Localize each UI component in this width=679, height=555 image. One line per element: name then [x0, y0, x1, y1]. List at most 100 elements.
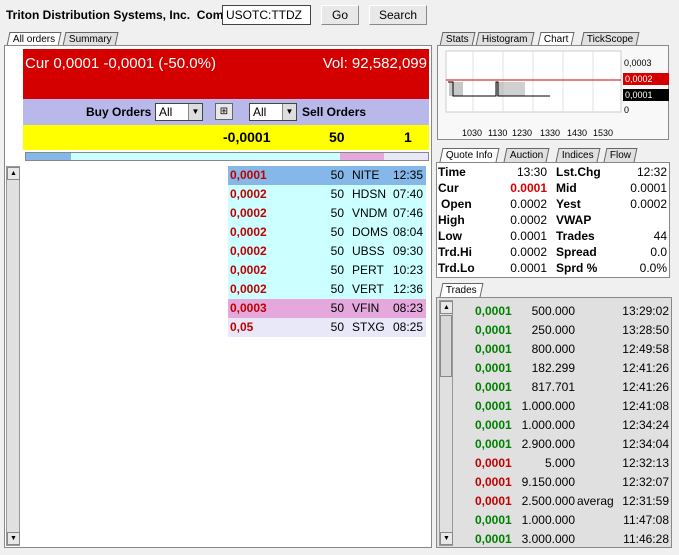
quote-value: 0.0001 — [510, 229, 547, 243]
go-button[interactable]: Go — [321, 5, 359, 25]
order-book-scrollbar[interactable]: ▲ ▼ — [6, 166, 20, 546]
trade-time: 12:41:26 — [622, 380, 669, 394]
trade-row: 0,0001 800.000 12:49:58 — [455, 340, 671, 359]
quote-row: Trd.Hi 0.0002 Spread 0.0 — [437, 244, 669, 260]
price-chart: 0,0003 0,0002 0,0001 0 1030 1130 1230 13… — [445, 50, 669, 138]
sell-order-row[interactable]: 0,0002 50 VERT 12:36 — [228, 280, 426, 299]
trade-row: 0,0001 182.299 12:41:26 — [455, 359, 671, 378]
order-size: 50 — [330, 168, 344, 182]
trade-row: 0,0001 3.000.000 11:46:28 — [455, 530, 671, 549]
tab-chart[interactable]: Chart — [537, 32, 575, 46]
vol-bar-3 — [504, 82, 525, 96]
trade-time: 11:46:28 — [623, 532, 669, 546]
trade-time: 12:34:24 — [622, 418, 669, 432]
scroll-up-icon[interactable]: ▲ — [440, 301, 453, 314]
symbol-input[interactable] — [222, 5, 311, 25]
trade-volume: 9.150.000 — [521, 475, 575, 489]
tab-trades[interactable]: Trades — [439, 283, 484, 297]
y-tick-3: 0,0001 — [625, 90, 653, 100]
quote-label: VWAP — [556, 213, 592, 227]
order-price: 0,0002 — [230, 225, 267, 239]
tab-stats[interactable]: Stats — [439, 32, 476, 46]
trade-condition: averag — [577, 494, 613, 508]
quote-value: 0.0001 — [510, 261, 547, 275]
quote-row: Cur 0.0001 Mid 0.0001 — [437, 180, 669, 196]
order-size: 50 — [330, 320, 344, 334]
quote-row: Open 0.0002 Yest 0.0002 — [437, 196, 669, 212]
order-time: 08:04 — [392, 225, 423, 239]
depth-bar-far — [384, 153, 428, 160]
market-maker: UBSS — [352, 244, 385, 258]
market-maker: NITE — [352, 168, 380, 182]
trade-volume: 1.000.000 — [521, 399, 575, 413]
order-size: 50 — [330, 244, 344, 258]
tab-tickscope[interactable]: TickScope — [580, 32, 640, 46]
scroll-thumb[interactable] — [440, 315, 452, 377]
best-price: -0,0001 — [223, 129, 271, 145]
buy-orders-select[interactable]: All ▼ — [155, 103, 203, 121]
y-tick-4: 0 — [624, 105, 629, 115]
quote-label: Spread — [556, 245, 597, 259]
sell-order-row[interactable]: 0,0002 50 UBSS 09:30 — [228, 242, 426, 261]
sell-order-row[interactable]: 0,05 50 STXG 08:25 — [228, 318, 426, 337]
link-icon[interactable]: ⊞ — [215, 103, 233, 120]
quote-value: 0.0002 — [510, 213, 547, 227]
quote-label: Cur — [438, 181, 459, 195]
scroll-down-icon[interactable]: ▼ — [7, 532, 20, 545]
sell-order-row[interactable]: 0,0002 50 PERT 10:23 — [228, 261, 426, 280]
sell-order-row[interactable]: 0,0002 50 HDSN 07:40 — [228, 185, 426, 204]
tab-indices[interactable]: Indices — [555, 148, 601, 162]
market-maker: HDSN — [352, 187, 387, 201]
trade-price: 0,0001 — [475, 342, 512, 356]
market-maker: VNDM — [352, 206, 388, 220]
order-size: 50 — [330, 263, 344, 277]
trade-time: 12:31:59 — [622, 494, 669, 508]
quote-value: 0.0002 — [510, 197, 547, 211]
trade-price: 0,0001 — [475, 361, 512, 375]
tab-summary[interactable]: Summary — [62, 32, 119, 46]
quote-label: Lst.Chg — [556, 165, 601, 179]
scroll-down-icon[interactable]: ▼ — [440, 532, 453, 545]
trade-price: 0,0001 — [475, 456, 512, 470]
quote-value: 44 — [653, 229, 667, 243]
tab-all-orders[interactable]: All orders — [6, 32, 62, 46]
quote-value: 0.0002 — [510, 245, 547, 259]
trades-scrollbar[interactable]: ▲ ▼ — [439, 300, 453, 546]
tab-auction[interactable]: Auction — [503, 148, 550, 162]
trade-row: 0,0001 2.900.000 12:34:04 — [455, 435, 671, 454]
sell-order-row[interactable]: 0,0001 50 NITE 12:35 — [228, 166, 426, 185]
quote-label: Yest — [556, 197, 581, 211]
trade-time: 12:32:07 — [622, 475, 669, 489]
sell-order-row[interactable]: 0,0002 50 VNDM 07:46 — [228, 204, 426, 223]
tab-flow[interactable]: Flow — [603, 148, 638, 162]
quote-label: Sprd % — [556, 261, 598, 275]
quote-label: Trd.Lo — [438, 261, 475, 275]
trade-price: 0,0001 — [475, 494, 512, 508]
order-size: 50 — [330, 282, 344, 296]
order-time: 07:46 — [392, 206, 423, 220]
quote-label: Trades — [556, 229, 595, 243]
company-title: Triton Distribution Systems, Inc. Com — [6, 8, 224, 22]
quote-row: High 0.0002 VWAP — [437, 212, 669, 228]
order-time: 12:35 — [392, 168, 423, 182]
search-button[interactable]: Search — [369, 5, 427, 25]
order-price: 0,0002 — [230, 282, 267, 296]
trade-volume: 2.900.000 — [521, 437, 575, 451]
trade-row: 0,0001 1.000.000 11:47:08 — [455, 511, 671, 530]
tab-histogram[interactable]: Histogram — [475, 32, 535, 46]
trade-row: 0,0001 1.000.000 12:34:24 — [455, 416, 671, 435]
quote-value: 0.0% — [639, 261, 667, 275]
tab-quote-info[interactable]: Quote Info — [439, 148, 500, 162]
vol-bar-2 — [496, 82, 504, 96]
trade-price: 0,0001 — [475, 304, 512, 318]
scroll-up-icon[interactable]: ▲ — [7, 167, 20, 180]
sell-orders-select[interactable]: All ▼ — [249, 103, 297, 121]
order-time: 12:36 — [392, 282, 423, 296]
trade-volume: 2.500.000 — [521, 494, 575, 508]
trade-time: 12:41:08 — [622, 399, 669, 413]
volume-text: Vol: 92,582,099 — [322, 55, 427, 72]
sell-order-row[interactable]: 0,0003 50 VFIN 08:23 — [228, 299, 426, 318]
sell-order-row[interactable]: 0,0002 50 DOMS 08:04 — [228, 223, 426, 242]
quote-value: 12:32 — [636, 165, 667, 179]
depth-bar-buy — [26, 153, 71, 160]
